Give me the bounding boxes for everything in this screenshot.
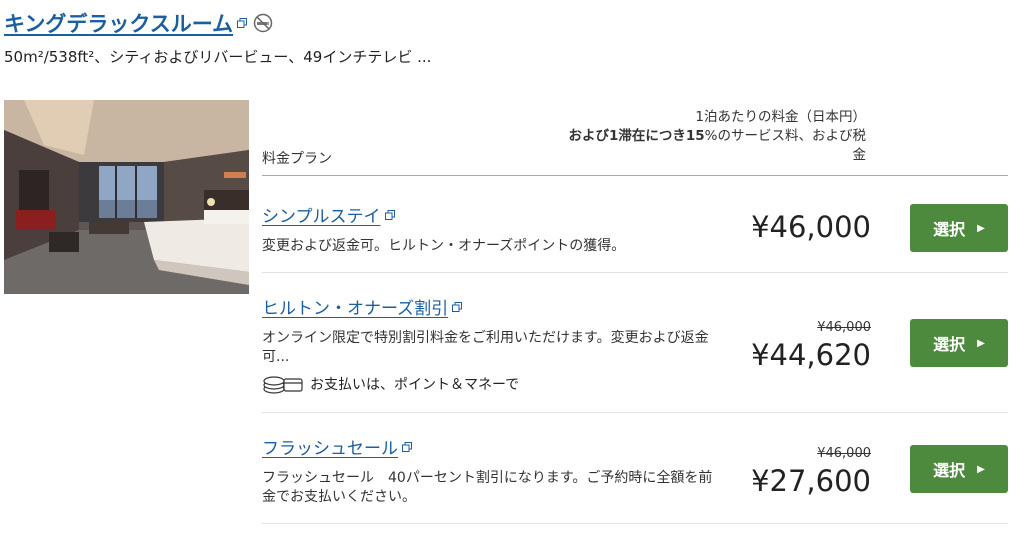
row-divider — [262, 412, 1008, 413]
rate-plan-row: ヒルトン・オナーズ割引 オンライン限定で特別割引料金をご利用いただけます。変更お… — [262, 294, 1008, 404]
rate-column-header: 1泊あたりの料金（日本円） および1滞在につき15%のサービス料、および税 金 — [568, 108, 866, 165]
rate-plan-row: フラッシュセール フラッシュセール 40パーセント割引になります。ご予約時に全額… — [262, 434, 1008, 524]
rate-header-line3: 金 — [852, 147, 867, 163]
plan-price: ¥27,600 — [751, 464, 871, 498]
rate-header-rest: %のサービス料、および税 — [704, 128, 866, 144]
select-button[interactable]: 選択 ▶ — [910, 319, 1008, 367]
plan-price: ¥44,620 — [751, 338, 871, 372]
plan-original-price: ¥46,000 — [817, 320, 871, 335]
rate-header-bold: および1滞在につき15 — [568, 128, 705, 144]
room-description: 50m²/538ft²、シティおよびリバービュー、49インチテレビ ... — [4, 48, 432, 66]
triangle-right-icon: ▶ — [977, 222, 985, 234]
rate-header-line1: 1泊あたりの料金（日本円） — [695, 109, 866, 125]
plan-description: フラッシュセール 40パーセント割引になります。ご予約時に全額を前金でお支払いく… — [262, 470, 713, 505]
no-smoking-icon — [253, 13, 273, 33]
room-title-link[interactable]: キングデラックスルーム — [4, 8, 233, 38]
plan-price: ¥46,000 — [751, 210, 871, 244]
payment-note: お支払いは、ポイント＆マネーで — [262, 373, 1008, 395]
triangle-right-icon: ▶ — [977, 463, 985, 475]
plan-name-link[interactable]: ヒルトン・オナーズ割引 — [262, 294, 448, 319]
select-button-label: 選択 — [933, 335, 966, 354]
plan-name-link[interactable]: シンプルステイ — [262, 202, 381, 227]
plan-name-link[interactable]: フラッシュセール — [262, 434, 398, 459]
plan-description: オンライン限定で特別割引料金をご利用いただけます。変更および返金可... — [262, 330, 709, 365]
select-button-label: 選択 — [933, 220, 966, 239]
room-photo — [4, 100, 249, 294]
external-link-icon[interactable] — [237, 18, 248, 28]
row-divider — [262, 523, 1008, 524]
select-button[interactable]: 選択 ▶ — [910, 445, 1008, 493]
row-divider — [262, 272, 1008, 273]
external-link-icon[interactable] — [402, 441, 412, 452]
plan-description: 変更および返金可。ヒルトン・オナーズポイントの獲得。 — [262, 238, 626, 254]
room-title-row: キングデラックスルーム — [4, 8, 273, 38]
plan-original-price: ¥46,000 — [817, 446, 871, 461]
rate-plan-row: シンプルステイ 変更および返金可。ヒルトン・オナーズポイントの獲得。 ¥46,0… — [262, 202, 1008, 272]
external-link-icon[interactable] — [452, 301, 463, 312]
rate-header-line2: および1滞在につき15%のサービス料、および税 — [568, 127, 866, 146]
plan-column-header: 料金プラン — [262, 151, 332, 167]
triangle-right-icon: ▶ — [977, 337, 985, 349]
select-button[interactable]: 選択 ▶ — [910, 204, 1008, 252]
external-link-icon[interactable] — [384, 209, 395, 220]
header-divider — [262, 175, 1008, 176]
payment-note-text: お支払いは、ポイント＆マネーで — [310, 377, 520, 393]
rate-table-header: 料金プラン 1泊あたりの料金（日本円） および1滞在につき15%のサービス料、お… — [262, 108, 1008, 178]
select-button-label: 選択 — [933, 461, 966, 480]
points-and-money-icon — [263, 376, 303, 394]
